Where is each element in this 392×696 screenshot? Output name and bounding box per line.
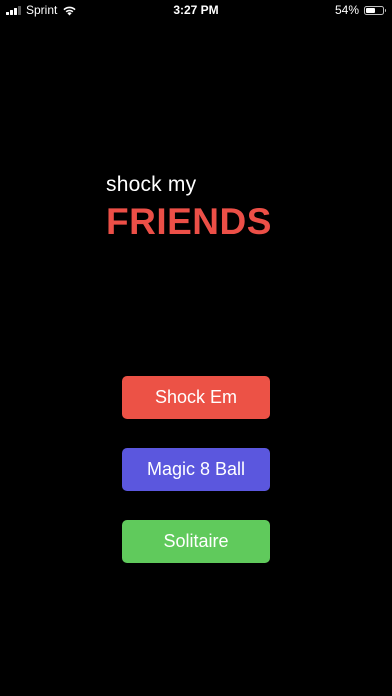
status-right: 54% (334, 3, 386, 17)
status-time: 3:27 PM (173, 3, 219, 17)
app-title: shock my FRIENDS (106, 172, 272, 244)
status-bar: Sprint 3:27 PM 54% (0, 0, 392, 22)
solitaire-button[interactable]: Solitaire (122, 520, 270, 563)
battery-level (366, 7, 375, 13)
title-headline: FRIENDS (106, 201, 272, 242)
magic-8-ball-button[interactable]: Magic 8 Ball (122, 448, 270, 491)
battery-icon (364, 5, 386, 15)
title-subtitle: shock my (106, 173, 197, 196)
battery-percent: 54% (334, 3, 359, 17)
shock-em-button[interactable]: Shock Em (122, 376, 270, 419)
